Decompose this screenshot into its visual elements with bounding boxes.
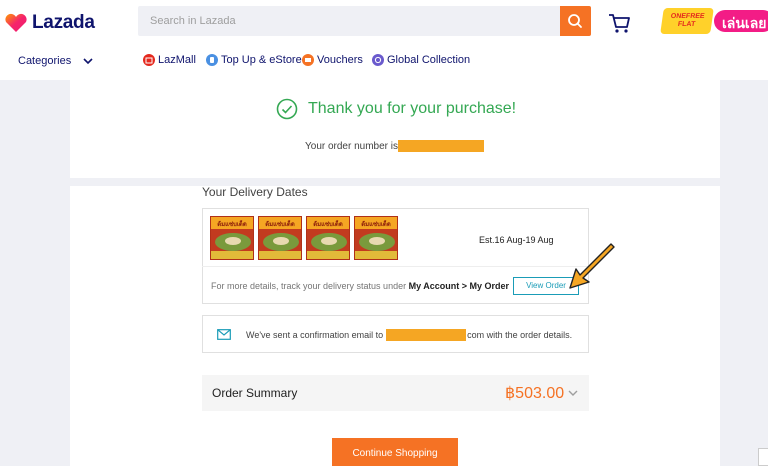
- product-label: ต้มแซ่บเด็ด: [313, 222, 343, 228]
- top-header: Lazada Search in Lazada ONEFREE FLAT เล่…: [0, 0, 768, 80]
- product-label: ต้มแซ่บเด็ด: [361, 222, 391, 228]
- thank-you-text: Thank you for your purchase!: [308, 100, 517, 117]
- pointer-arrow-icon: [569, 243, 615, 289]
- lazmall-icon: [143, 54, 155, 66]
- nav-item-topup[interactable]: Top Up & eStore: [206, 54, 302, 66]
- order-number-label: Your order number is: [305, 140, 399, 152]
- product-label: ต้มแซ่บเด็ด: [217, 222, 247, 228]
- order-summary-label: Order Summary: [212, 386, 298, 400]
- confirmation-panel: [70, 80, 720, 178]
- order-number-redaction: [398, 140, 485, 152]
- product-label: ต้มแซ่บเด็ด: [265, 222, 295, 228]
- nav-item-label: Top Up & eStore: [221, 54, 302, 66]
- divider: [202, 266, 589, 267]
- order-number-line: Your order number is: [305, 140, 485, 152]
- thank-you-heading: Thank you for your purchase!: [276, 98, 516, 120]
- search-input[interactable]: Search in Lazada: [138, 6, 560, 36]
- side-tab[interactable]: [758, 448, 768, 466]
- track-delivery-text: For more details, track your delivery st…: [211, 281, 509, 291]
- nav-item-label: LazMall: [158, 54, 196, 66]
- voucher-icon: [302, 54, 314, 66]
- promo-play-label: เล่นเลย: [714, 10, 768, 32]
- email-text-after: com with the order details.: [467, 330, 573, 340]
- promo-badge: ONEFREE FLAT: [660, 8, 714, 34]
- product-thumbnail[interactable]: ต้มแซ่บเด็ด: [210, 216, 254, 260]
- logo-text: Lazada: [32, 12, 95, 33]
- nav-item-vouchers[interactable]: Vouchers: [302, 54, 363, 66]
- track-path: My Account > My Order: [408, 281, 510, 291]
- cart-icon[interactable]: [608, 12, 632, 34]
- email-notice-text: We've sent a confirmation email to com w…: [246, 329, 572, 341]
- mail-icon: [217, 329, 231, 340]
- product-thumbnail[interactable]: ต้มแซ่บเด็ด: [306, 216, 350, 260]
- search-icon: [568, 14, 582, 28]
- promo-banner[interactable]: ONEFREE FLAT เล่นเลย: [660, 6, 768, 36]
- product-thumbnail[interactable]: ต้มแซ่บเด็ด: [258, 216, 302, 260]
- product-thumbnails: ต้มแซ่บเด็ด ต้มแซ่บเด็ด ต้มแซ่บเด็ด ต้มแ…: [210, 216, 398, 260]
- chevron-down-icon: [83, 58, 93, 65]
- global-icon: [372, 54, 384, 66]
- continue-shopping-button[interactable]: Continue Shopping: [332, 438, 458, 466]
- check-circle-icon: [276, 98, 298, 120]
- topup-icon: [206, 54, 218, 66]
- estimated-delivery: Est.16 Aug-19 Aug: [479, 235, 554, 245]
- heart-logo-icon: [5, 13, 27, 32]
- nav-item-label: Vouchers: [317, 54, 363, 66]
- email-text-before: We've sent a confirmation email to: [246, 330, 384, 340]
- search-button[interactable]: [560, 6, 591, 36]
- delivery-dates-title: Your Delivery Dates: [202, 185, 308, 199]
- chevron-down-icon[interactable]: [568, 389, 578, 397]
- product-thumbnail[interactable]: ต้มแซ่บเด็ด: [354, 216, 398, 260]
- nav-item-lazmall[interactable]: LazMall: [143, 54, 196, 66]
- categories-dropdown[interactable]: Categories: [18, 55, 93, 67]
- email-redaction: [386, 329, 467, 341]
- lazada-logo[interactable]: Lazada: [4, 12, 95, 34]
- track-text: For more details, track your delivery st…: [211, 281, 407, 291]
- nav-item-global-collection[interactable]: Global Collection: [372, 54, 470, 66]
- nav-item-label: Global Collection: [387, 54, 471, 66]
- category-nav: Categories LazMall Top Up & eStore Vouch…: [0, 50, 768, 72]
- order-total: ฿503.00: [505, 385, 565, 402]
- categories-label: Categories: [18, 55, 72, 67]
